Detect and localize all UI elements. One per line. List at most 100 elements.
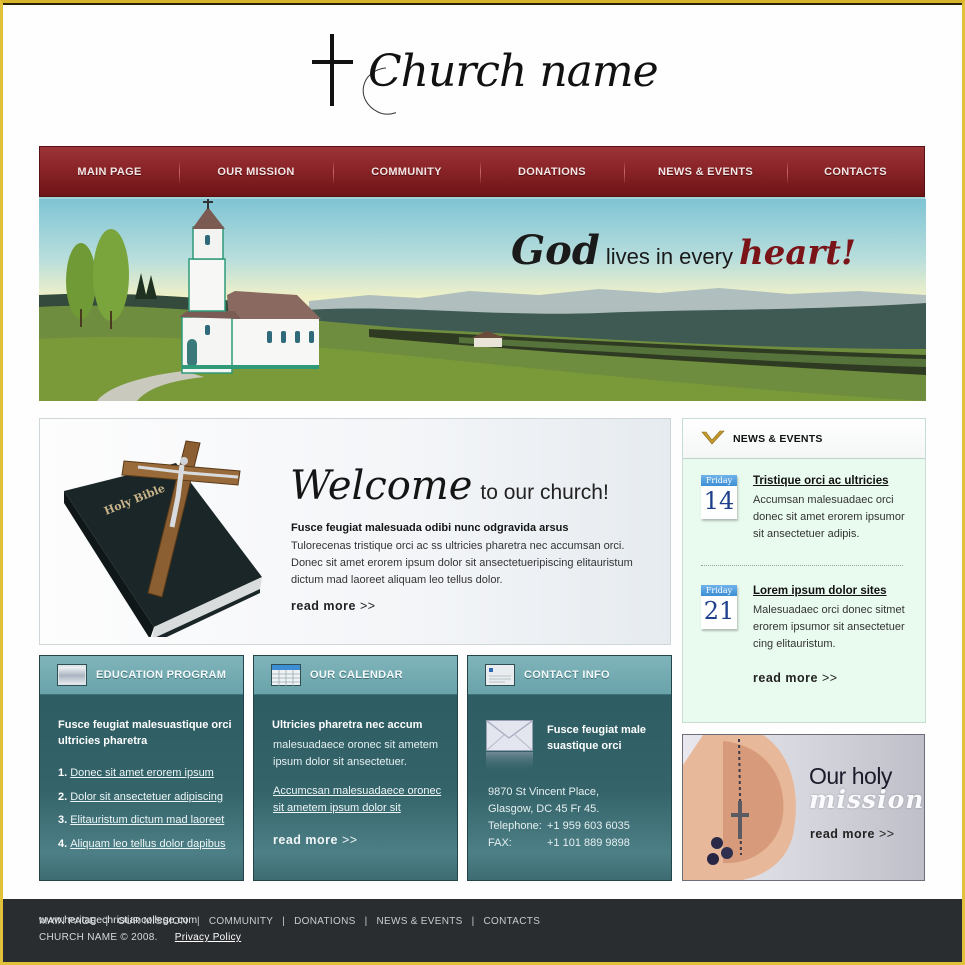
welcome-panel: Holy Bible Welcome to our church! Fusce f… bbox=[39, 418, 671, 645]
nav-donations[interactable]: DONATIONS bbox=[480, 147, 624, 196]
read-more-label: read more bbox=[273, 833, 338, 847]
footer-copyright: CHURCH NAME © 2008. Privacy Policy bbox=[39, 932, 241, 943]
contact-address-line1: 9870 St Vincent Place, bbox=[488, 786, 600, 798]
education-title: EDUCATION PROGRAM bbox=[96, 669, 227, 681]
banner-slogan: God lives in every heart! bbox=[511, 227, 856, 274]
nav-community[interactable]: COMMUNITY bbox=[333, 147, 480, 196]
slogan-middle: lives in every bbox=[605, 244, 733, 269]
slogan-exclamation: ! bbox=[840, 233, 856, 273]
list-item: 1. Donec sit amet erorem ipsum bbox=[58, 762, 226, 786]
calendar-day: Friday bbox=[701, 585, 737, 596]
footer-separator: | bbox=[471, 916, 475, 927]
education-link[interactable]: Aliquam leo tellus dolor dapibus bbox=[70, 838, 225, 850]
education-header: EDUCATION PROGRAM bbox=[40, 656, 243, 695]
footer-link-news-events[interactable]: NEWS & EVENTS bbox=[376, 916, 462, 927]
logo-text: Church name bbox=[368, 46, 659, 97]
calendar-date-icon: Friday 14 bbox=[701, 475, 737, 519]
contact-title: CONTACT INFO bbox=[524, 669, 610, 681]
education-link[interactable]: Elitauristum dictum mad laoreet bbox=[70, 814, 224, 826]
read-more-arrow: >> bbox=[341, 833, 358, 847]
news-header: NEWS & EVENTS bbox=[683, 419, 925, 459]
calendar-grid-icon bbox=[271, 664, 301, 686]
calendar-read-more-link[interactable]: read more >> bbox=[273, 833, 358, 847]
read-more-label: read more bbox=[291, 599, 356, 613]
list-item: 2. Dolor sit ansectetuer adipiscing bbox=[58, 786, 226, 810]
contact-info-box: CONTACT INFO Fusce feugiat male suastiqu… bbox=[467, 655, 672, 881]
welcome-title-small: to our church! bbox=[480, 481, 609, 504]
envelope-icon bbox=[486, 720, 533, 774]
calendar-date: 21 bbox=[703, 597, 735, 625]
footer-separator: | bbox=[196, 916, 200, 927]
calendar-text: malesuadaece oronec sit ametem ipsum dol… bbox=[273, 739, 439, 768]
education-link[interactable]: Donec sit amet erorem ipsum bbox=[70, 767, 214, 779]
calendar-link[interactable]: Accumcsan malesuadaece oronec sit ametem… bbox=[273, 783, 453, 817]
footer-link-donations[interactable]: DONATIONS bbox=[294, 916, 355, 927]
welcome-body: Tulorecenas tristique orci ac ss ultrici… bbox=[291, 540, 633, 586]
read-more-arrow: >> bbox=[821, 671, 838, 685]
news-item-title-link[interactable]: Lorem ipsum dolor sites bbox=[753, 585, 887, 597]
main-nav: MAIN PAGE OUR MISSION COMMUNITY DONATION… bbox=[39, 146, 925, 197]
read-more-arrow: >> bbox=[359, 599, 376, 613]
phone-number[interactable]: +1 959 603 6035 bbox=[547, 818, 630, 835]
footer: MAIN PAGE | OUR MISSION | COMMUNITY | DO… bbox=[3, 899, 962, 962]
calendar-title: OUR CALENDAR bbox=[310, 669, 403, 681]
calendar-date-icon: Friday 21 bbox=[701, 585, 737, 629]
calendar-header: OUR CALENDAR bbox=[254, 656, 457, 695]
list-item: 4. Aliquam leo tellus dolor dapibus bbox=[58, 833, 226, 857]
list-number: 3. bbox=[58, 814, 68, 826]
fax-number: +1 101 889 9898 bbox=[547, 837, 630, 849]
copyright-text: CHURCH NAME © 2008. bbox=[39, 932, 158, 943]
hero-banner: God lives in every heart! bbox=[39, 199, 926, 401]
list-item: 3. Elitauristum dictum mad laoreet bbox=[58, 809, 226, 833]
contact-heading: Fusce feugiat male suastique orci bbox=[547, 724, 647, 752]
cross-icon-bar bbox=[312, 60, 353, 64]
privacy-policy-link[interactable]: Privacy Policy bbox=[175, 932, 241, 943]
welcome-lead: Fusce feugiat malesuada odibi nunc odgra… bbox=[291, 522, 569, 534]
read-more-label: read more bbox=[753, 671, 818, 685]
holy-mission-banner[interactable]: Our holy mission read more >> bbox=[682, 734, 925, 881]
list-number: 4. bbox=[58, 837, 68, 850]
site-logo[interactable]: Church name bbox=[312, 34, 659, 115]
footer-link-contacts[interactable]: CONTACTS bbox=[484, 916, 541, 927]
bible-crucifix-image: Holy Bible bbox=[64, 440, 262, 637]
nav-our-mission[interactable]: OUR MISSION bbox=[179, 147, 333, 196]
mission-line2: mission bbox=[809, 785, 925, 814]
news-item-title-link[interactable]: Tristique orci ac ultricies bbox=[753, 475, 889, 487]
welcome-title: Welcome to our church! bbox=[290, 463, 609, 509]
welcome-title-big: Welcome bbox=[290, 463, 473, 509]
calendar-heading: Ultricies pharetra nec accum bbox=[272, 719, 423, 731]
read-more-arrow: >> bbox=[878, 827, 895, 841]
footer-separator: | bbox=[364, 916, 368, 927]
nav-main-page[interactable]: MAIN PAGE bbox=[40, 147, 179, 196]
news-title: NEWS & EVENTS bbox=[733, 433, 823, 445]
calendar-box: OUR CALENDAR Ultricies pharetra nec accu… bbox=[253, 655, 458, 881]
footer-separator: | bbox=[282, 916, 286, 927]
news-events-panel: NEWS & EVENTS Friday 14 Tristique orci a… bbox=[682, 418, 926, 723]
read-more-label: read more bbox=[810, 827, 875, 841]
window-icon bbox=[57, 664, 87, 686]
education-heading: Fusce feugiat malesuastique orci ultrici… bbox=[58, 719, 232, 747]
nav-news-events[interactable]: NEWS & EVENTS bbox=[624, 147, 787, 196]
nav-contacts[interactable]: CONTACTS bbox=[787, 147, 924, 196]
list-number: 1. bbox=[58, 767, 68, 779]
watermark-text: www.heritagechristiancollege.com bbox=[39, 914, 198, 926]
cross-icon bbox=[330, 34, 334, 106]
slogan-heart: heart bbox=[738, 233, 841, 273]
calendar-day: Friday bbox=[701, 475, 737, 486]
news-item-text: Accumsan malesuadaec orci donec sit amet… bbox=[753, 494, 905, 540]
calendar-date: 14 bbox=[703, 487, 735, 515]
list-number: 2. bbox=[58, 790, 68, 803]
slogan-god: God bbox=[511, 227, 600, 274]
phone-label: Telephone: bbox=[488, 820, 542, 832]
contact-header: CONTACT INFO bbox=[468, 656, 671, 695]
footer-link-community[interactable]: COMMUNITY bbox=[209, 916, 273, 927]
fax-label: FAX: bbox=[488, 837, 512, 849]
mission-read-more-link[interactable]: read more >> bbox=[810, 827, 895, 841]
news-divider bbox=[701, 565, 903, 566]
education-program-box: EDUCATION PROGRAM Fusce feugiat malesuas… bbox=[39, 655, 244, 881]
chevron-check-icon bbox=[701, 430, 725, 445]
education-link[interactable]: Dolor sit ansectetuer adipiscing bbox=[70, 791, 223, 803]
welcome-read-more-link[interactable]: read more >> bbox=[291, 599, 376, 613]
news-read-more-link[interactable]: read more >> bbox=[753, 671, 838, 685]
education-list: 1. Donec sit amet erorem ipsum 2. Dolor si… bbox=[58, 762, 226, 856]
